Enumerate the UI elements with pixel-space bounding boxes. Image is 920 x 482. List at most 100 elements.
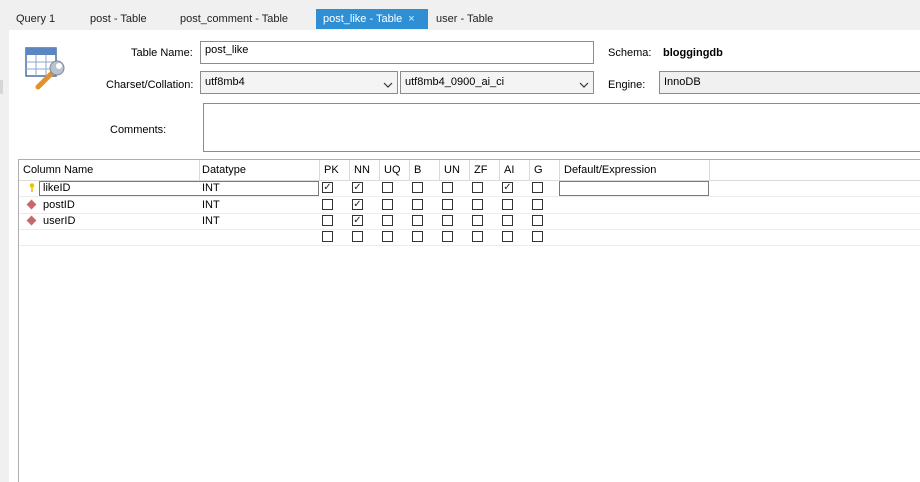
b-checkbox[interactable] (412, 199, 423, 210)
diamond-icon (26, 199, 37, 210)
header-divider (709, 160, 710, 180)
nn-checkbox[interactable]: ✓ (352, 215, 363, 226)
column-name[interactable]: postID (43, 198, 75, 212)
comments-label: Comments: (110, 124, 167, 136)
table-name-input[interactable] (200, 41, 594, 64)
uq-checkbox[interactable] (382, 199, 393, 210)
b-checkbox[interactable] (412, 231, 423, 242)
tab-label: post_like - Table (323, 13, 403, 25)
column-name[interactable]: userID (43, 214, 75, 228)
header-divider (199, 160, 200, 180)
ai-checkbox[interactable] (502, 231, 513, 242)
tab-post-like-table[interactable]: post_like - Table × (316, 9, 428, 29)
table-row[interactable]: likeID INT ✓ ✓ ✓ (19, 180, 920, 197)
pk-checkbox[interactable] (322, 215, 333, 226)
nn-checkbox[interactable]: ✓ (352, 182, 363, 193)
header-g[interactable]: G (534, 160, 543, 180)
engine-select[interactable]: InnoDB (659, 71, 920, 94)
un-checkbox[interactable] (442, 199, 453, 210)
header-divider (349, 160, 350, 180)
table-wrench-icon (24, 45, 70, 91)
nn-checkbox[interactable]: ✓ (352, 199, 363, 210)
header-divider (379, 160, 380, 180)
tab-post-table[interactable]: post - Table (84, 9, 170, 29)
key-icon (29, 183, 35, 192)
header-divider (499, 160, 500, 180)
tab-bar: Query 1 post - Table post_comment - Tabl… (0, 9, 920, 29)
tab-user-table[interactable]: user - Table (430, 9, 510, 29)
tab-post-comment-table[interactable]: post_comment - Table (174, 9, 314, 29)
header-divider (469, 160, 470, 180)
collation-value: utf8mb4_0900_ai_ci (405, 76, 505, 88)
comments-textarea[interactable] (203, 103, 920, 152)
zf-checkbox[interactable] (472, 182, 483, 193)
table-row[interactable]: postID INT ✓ (19, 197, 920, 214)
column-datatype[interactable]: INT (202, 214, 220, 228)
b-checkbox[interactable] (412, 182, 423, 193)
column-name-editor[interactable] (39, 181, 319, 196)
header-un[interactable]: UN (444, 160, 460, 180)
engine-label: Engine: (608, 79, 646, 91)
chevron-down-icon (579, 79, 589, 91)
close-icon[interactable]: × (408, 9, 414, 29)
header-divider (409, 160, 410, 180)
header-ai[interactable]: AI (504, 160, 514, 180)
table-row[interactable]: userID INT ✓ (19, 213, 920, 230)
column-name: likeID (43, 182, 71, 194)
tab-label: user - Table (436, 13, 494, 25)
un-checkbox[interactable] (442, 182, 453, 193)
charset-select[interactable]: utf8mb4 (200, 71, 398, 94)
zf-checkbox[interactable] (472, 215, 483, 226)
g-checkbox[interactable] (532, 199, 543, 210)
header-divider (319, 160, 320, 180)
tab-label: post_comment - Table (180, 13, 289, 25)
uq-checkbox[interactable] (382, 231, 393, 242)
schema-value: bloggingdb (663, 47, 723, 59)
un-checkbox[interactable] (442, 231, 453, 242)
column-datatype[interactable]: INT (202, 181, 220, 195)
default-expression-input[interactable] (559, 181, 709, 196)
collation-select[interactable]: utf8mb4_0900_ai_ci (400, 71, 594, 94)
table-name-label: Table Name: (131, 47, 193, 59)
zf-checkbox[interactable] (472, 199, 483, 210)
tab-query-1[interactable]: Query 1 (10, 9, 78, 29)
engine-value: InnoDB (664, 76, 701, 88)
nn-checkbox[interactable] (352, 231, 363, 242)
header-zf[interactable]: ZF (474, 160, 487, 180)
header-default-expression[interactable]: Default/Expression (564, 160, 656, 180)
charset-value: utf8mb4 (205, 76, 245, 88)
diamond-icon (26, 215, 37, 226)
header-nn[interactable]: NN (354, 160, 370, 180)
header-divider (439, 160, 440, 180)
chevron-down-icon (383, 79, 393, 91)
g-checkbox[interactable] (532, 182, 543, 193)
header-uq[interactable]: UQ (384, 160, 401, 180)
uq-checkbox[interactable] (382, 182, 393, 193)
ai-checkbox[interactable] (502, 199, 513, 210)
grid-header: Column Name Datatype PK NN UQ B UN ZF AI… (19, 160, 920, 181)
pk-checkbox[interactable] (322, 199, 333, 210)
columns-grid[interactable]: Column Name Datatype PK NN UQ B UN ZF AI… (18, 159, 920, 482)
g-checkbox[interactable] (532, 215, 543, 226)
left-edge-divider (0, 80, 3, 94)
pk-checkbox[interactable] (322, 231, 333, 242)
ai-checkbox[interactable]: ✓ (502, 182, 513, 193)
charset-collation-label: Charset/Collation: (106, 79, 194, 91)
pk-checkbox[interactable]: ✓ (322, 182, 333, 193)
header-divider (559, 160, 560, 180)
table-name-value: post_like (205, 44, 249, 56)
schema-label: Schema: (608, 47, 652, 59)
zf-checkbox[interactable] (472, 231, 483, 242)
uq-checkbox[interactable] (382, 215, 393, 226)
header-pk[interactable]: PK (324, 160, 339, 180)
header-b[interactable]: B (414, 160, 421, 180)
tab-label: post - Table (90, 13, 147, 25)
table-row-new[interactable] (19, 229, 920, 246)
un-checkbox[interactable] (442, 215, 453, 226)
ai-checkbox[interactable] (502, 215, 513, 226)
header-datatype[interactable]: Datatype (202, 160, 246, 180)
b-checkbox[interactable] (412, 215, 423, 226)
column-datatype[interactable]: INT (202, 198, 220, 212)
header-column-name[interactable]: Column Name (23, 160, 93, 180)
g-checkbox[interactable] (532, 231, 543, 242)
